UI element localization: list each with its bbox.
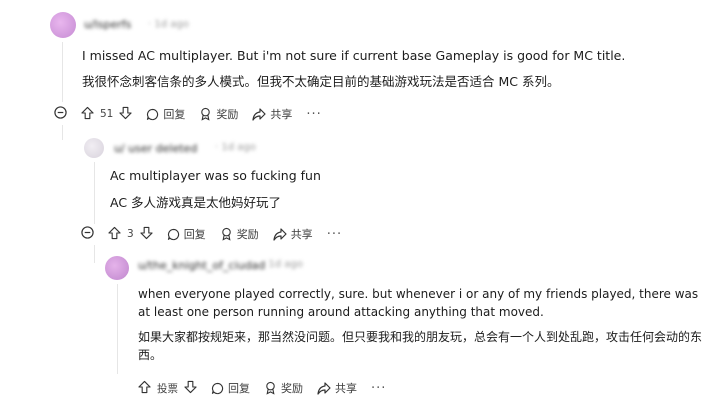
vote-count: 3 <box>127 228 134 240</box>
reply-button[interactable]: 回复 <box>167 226 206 242</box>
vote-group: 投票 <box>138 380 197 397</box>
downvote-icon[interactable] <box>119 106 133 123</box>
downvote-icon[interactable] <box>140 226 153 243</box>
share-button[interactable]: 共享 <box>252 106 292 122</box>
thread-line[interactable] <box>62 125 63 140</box>
username[interactable]: u/lsperfs <box>84 18 131 31</box>
vote-count: 51 <box>100 108 114 120</box>
timestamp: · 1d ago <box>262 259 303 270</box>
award-icon <box>264 381 277 395</box>
thread-line[interactable] <box>62 42 63 102</box>
username[interactable]: u/the_knight_of_ciudad <box>138 259 265 272</box>
comment-text-zh: 如果大家都按规矩来，那当然没问题。但只要我和我的朋友玩，总会有一个人到处乱跑，攻… <box>138 330 703 362</box>
comment-actions: 51 回复 奖励 共享 ··· <box>54 106 336 122</box>
upvote-icon[interactable] <box>108 226 121 243</box>
avatar[interactable] <box>105 256 129 280</box>
thread-line[interactable] <box>94 245 95 263</box>
share-button[interactable]: 共享 <box>317 380 357 396</box>
share-button[interactable]: 共享 <box>273 226 313 242</box>
share-icon <box>317 381 331 395</box>
more-options-button[interactable]: ··· <box>306 107 321 122</box>
reply-label: 回复 <box>163 108 186 121</box>
comment-text-zh: 我很怀念刺客信条的多人模式。但我不太确定目前的基础游戏玩法是否适合 MC 系列。 <box>82 74 560 89</box>
upvote-icon[interactable] <box>81 106 94 123</box>
upvote-icon[interactable] <box>138 380 151 397</box>
share-label: 共享 <box>270 108 293 121</box>
timestamp: · 1d ago <box>215 142 256 153</box>
username[interactable]: u/ user deleted <box>114 142 197 155</box>
comment-actions: 3 回复 奖励 共享 ··· <box>81 226 356 242</box>
award-label: 奖励 <box>236 228 259 241</box>
comment-text-en: I missed AC multiplayer. But i'm not sur… <box>82 48 626 63</box>
thread-line[interactable] <box>94 162 95 224</box>
collapse-thread-icon[interactable] <box>54 106 67 122</box>
downvote-icon[interactable] <box>184 380 197 397</box>
timestamp: · 1d ago <box>148 19 189 30</box>
comment-text-en: Ac multiplayer was so fucking fun <box>110 168 321 183</box>
award-icon <box>220 227 233 241</box>
thread-line[interactable] <box>117 284 118 374</box>
reply-icon <box>211 382 224 395</box>
award-icon <box>199 107 212 121</box>
share-icon <box>273 227 287 241</box>
comment-actions: 投票 回复 奖励 共享 ··· <box>138 380 400 396</box>
reply-label: 回复 <box>183 228 206 241</box>
award-label: 奖励 <box>216 108 239 121</box>
award-button[interactable]: 奖励 <box>220 226 259 242</box>
collapse-thread-icon[interactable] <box>81 226 94 242</box>
vote-group: 51 <box>81 106 133 123</box>
comment-text-zh: AC 多人游戏真是太他妈好玩了 <box>110 195 282 210</box>
share-label: 共享 <box>335 382 357 395</box>
reply-icon <box>167 228 180 241</box>
vote-label: 投票 <box>157 382 178 395</box>
award-button[interactable]: 奖励 <box>264 380 303 396</box>
reply-button[interactable]: 回复 <box>146 106 185 122</box>
more-options-button[interactable]: ··· <box>371 381 386 396</box>
reply-label: 回复 <box>228 382 250 395</box>
reply-button[interactable]: 回复 <box>211 380 250 396</box>
vote-group: 3 <box>108 226 153 243</box>
share-icon <box>252 107 266 121</box>
share-label: 共享 <box>290 228 313 241</box>
avatar[interactable] <box>84 138 104 158</box>
reply-icon <box>146 108 159 121</box>
comment-text-en: when everyone played correctly, sure. bu… <box>138 287 699 319</box>
avatar[interactable] <box>50 12 76 38</box>
more-options-button[interactable]: ··· <box>327 227 342 242</box>
award-label: 奖励 <box>281 382 303 395</box>
award-button[interactable]: 奖励 <box>199 106 238 122</box>
